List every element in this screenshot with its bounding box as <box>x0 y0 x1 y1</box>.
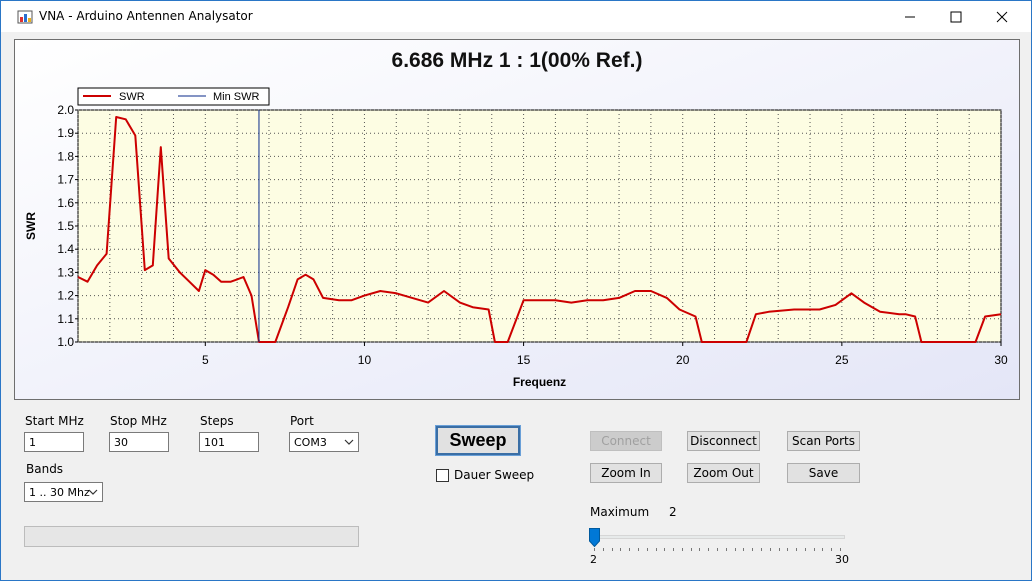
app-chart-icon <box>17 10 33 24</box>
disconnect-button[interactable]: Disconnect <box>687 431 760 451</box>
sweep-button[interactable]: Sweep <box>435 425 521 456</box>
slider-tick <box>637 548 639 551</box>
slider-tick <box>822 548 824 551</box>
slider-tick <box>708 548 710 551</box>
y-tick-label: 2.0 <box>57 103 74 117</box>
slider-tick <box>655 548 657 551</box>
slider-max-label: 30 <box>835 553 849 566</box>
connect-button[interactable]: Connect <box>590 431 662 451</box>
slider-tick <box>629 548 631 551</box>
y-tick-label: 1.5 <box>57 219 74 233</box>
slider-tick <box>611 548 613 551</box>
slider-tick <box>743 548 745 551</box>
swr-chart: 6.686 MHz 1 : 1(00% Ref.) 1.0 1.1 1.2 1.3 1.4… <box>15 40 1019 399</box>
slider-tick <box>664 548 666 551</box>
y-tick-label: 1.9 <box>57 126 74 140</box>
y-tick-label: 1.1 <box>57 312 74 326</box>
y-axis-label: SWR <box>24 212 38 240</box>
minimize-icon <box>905 16 915 17</box>
port-label: Port <box>290 414 314 428</box>
main-window: VNA - Arduino Antennen Analysator 6.686 … <box>0 0 1032 581</box>
title-bar[interactable]: VNA - Arduino Antennen Analysator <box>1 1 1031 32</box>
maximum-slider-thumb[interactable] <box>589 528 600 547</box>
chart-panel[interactable]: 6.686 MHz 1 : 1(00% Ref.) 1.0 1.1 1.2 1.3 1.4… <box>14 39 1020 400</box>
x-axis-label: Frequenz <box>513 375 566 389</box>
stop-mhz-input[interactable] <box>109 432 169 452</box>
bands-select[interactable]: 1 .. 30 Mhz <box>24 482 103 502</box>
slider-tick <box>804 548 806 551</box>
x-tick-label: 15 <box>517 353 531 367</box>
x-tick-label: 25 <box>835 353 849 367</box>
chevron-down-icon <box>88 489 98 495</box>
slider-tick <box>717 548 718 551</box>
slider-tick <box>681 548 683 551</box>
maximum-value: 2 <box>669 505 677 519</box>
slider-tick <box>690 548 692 551</box>
slider-tick <box>796 548 798 551</box>
y-tick-label: 1.6 <box>57 196 74 210</box>
dauer-sweep-label: Dauer Sweep <box>454 468 535 482</box>
slider-tick <box>787 548 789 551</box>
bands-value: 1 .. 30 Mhz <box>29 486 90 499</box>
slider-tick <box>813 548 815 551</box>
slider-tick <box>778 548 780 551</box>
scan-ports-button[interactable]: Scan Ports <box>787 431 860 451</box>
slider-tick <box>699 548 701 551</box>
stop-mhz-label: Stop MHz <box>110 414 167 428</box>
steps-label: Steps <box>200 414 234 428</box>
legend-label-min-swr: Min SWR <box>213 91 260 103</box>
slider-tick <box>602 548 604 551</box>
slider-tick <box>840 548 841 551</box>
close-icon <box>996 11 1008 22</box>
maximum-slider-track[interactable] <box>593 535 845 539</box>
y-tick-label: 1.2 <box>57 289 74 303</box>
slider-tick <box>673 548 675 551</box>
chevron-down-icon <box>344 439 354 445</box>
x-tick-label: 10 <box>358 353 372 367</box>
minimize-button[interactable] <box>887 1 933 32</box>
start-mhz-label: Start MHz <box>25 414 84 428</box>
chart-header: 6.686 MHz 1 : 1(00% Ref.) <box>392 49 643 72</box>
slider-tick <box>752 548 754 551</box>
zoom-in-button[interactable]: Zoom In <box>590 463 662 483</box>
progress-bar <box>24 526 359 547</box>
steps-input[interactable] <box>199 432 259 452</box>
y-tick-label: 1.7 <box>57 173 74 187</box>
port-value: COM3 <box>294 436 327 449</box>
maximum-label: Maximum <box>590 505 650 519</box>
y-tick-label: 1.4 <box>57 242 74 256</box>
x-tick-label: 30 <box>994 353 1008 367</box>
y-tick-label: 1.8 <box>57 149 74 163</box>
maximize-icon <box>950 11 962 22</box>
x-tick-label: 20 <box>676 353 690 367</box>
port-select[interactable]: COM3 <box>289 432 359 452</box>
zoom-out-button[interactable]: Zoom Out <box>687 463 760 483</box>
slider-tick <box>760 548 762 551</box>
slider-tick <box>769 548 771 551</box>
close-button[interactable] <box>979 1 1025 32</box>
slider-tick <box>646 548 648 551</box>
y-tick-label: 1.0 <box>57 335 74 349</box>
y-tick-label: 1.3 <box>57 265 74 279</box>
x-tick-label: 5 <box>202 353 209 367</box>
maximize-button[interactable] <box>933 1 979 32</box>
slider-tick <box>831 548 833 551</box>
bands-label: Bands <box>26 462 64 476</box>
legend-label-swr: SWR <box>119 91 145 103</box>
slider-min-label: 2 <box>590 553 597 566</box>
save-button[interactable]: Save <box>787 463 860 483</box>
slider-tick <box>594 548 595 551</box>
slider-tick <box>725 548 727 551</box>
dauer-sweep-checkbox[interactable] <box>436 469 449 482</box>
start-mhz-input[interactable] <box>24 432 84 452</box>
slider-tick <box>620 548 622 551</box>
slider-tick <box>734 548 736 551</box>
window-title: VNA - Arduino Antennen Analysator <box>39 9 253 23</box>
